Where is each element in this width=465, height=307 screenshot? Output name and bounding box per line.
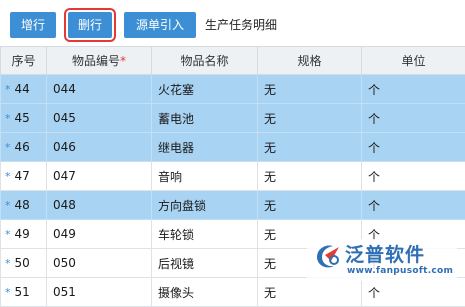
- cell-spec[interactable]: 无: [258, 133, 362, 162]
- cell-unit[interactable]: 个: [362, 191, 465, 220]
- cell-name[interactable]: 方向盘锁: [152, 191, 258, 220]
- cell-code[interactable]: 049: [47, 220, 152, 249]
- cell-seq[interactable]: * 48: [1, 191, 47, 220]
- cell-seq[interactable]: * 51: [1, 278, 47, 307]
- cell-code[interactable]: 045: [47, 104, 152, 133]
- seq-value: 47: [15, 169, 30, 183]
- seq-value: 44: [15, 82, 30, 96]
- source-import-button[interactable]: 源单引入: [124, 12, 196, 38]
- cell-code[interactable]: 048: [47, 191, 152, 220]
- cell-code[interactable]: 046: [47, 133, 152, 162]
- cell-name[interactable]: 火花塞: [152, 75, 258, 104]
- cell-seq[interactable]: * 46: [1, 133, 47, 162]
- table-row[interactable]: * 46 046 继电器 无 个: [1, 133, 465, 162]
- column-header-name[interactable]: 物品名称: [152, 47, 258, 75]
- watermark-brand: 泛普软件: [345, 240, 425, 267]
- cell-name[interactable]: 音响: [152, 162, 258, 191]
- cell-name[interactable]: 后视镜: [152, 249, 258, 278]
- column-header-code[interactable]: 物品编号*: [47, 47, 152, 75]
- table-row[interactable]: * 45 045 蓄电池 无 个: [1, 104, 465, 133]
- cell-unit[interactable]: 个: [362, 133, 465, 162]
- column-header-spec[interactable]: 规格: [258, 47, 362, 75]
- cell-unit[interactable]: 个: [362, 162, 465, 191]
- column-header-unit[interactable]: 单位: [362, 47, 465, 75]
- seq-value: 49: [15, 227, 30, 241]
- cell-code[interactable]: 050: [47, 249, 152, 278]
- row-marker: *: [5, 257, 11, 270]
- table-header-row: 序号 物品编号* 物品名称 规格 单位: [1, 47, 465, 75]
- seq-value: 46: [15, 140, 30, 154]
- seq-value: 45: [15, 111, 30, 125]
- cell-code[interactable]: 047: [47, 162, 152, 191]
- row-marker: *: [5, 170, 11, 183]
- required-marker: *: [120, 54, 126, 68]
- cell-name[interactable]: 车轮锁: [152, 220, 258, 249]
- row-marker: *: [5, 199, 11, 212]
- seq-value: 48: [15, 198, 30, 212]
- cell-unit[interactable]: 个: [362, 278, 465, 307]
- table-row[interactable]: * 47 047 音响 无 个: [1, 162, 465, 191]
- row-marker: *: [5, 141, 11, 154]
- add-row-button[interactable]: 增行: [10, 12, 56, 38]
- section-title: 生产任务明细: [205, 12, 277, 38]
- cell-unit[interactable]: 个: [362, 75, 465, 104]
- cell-seq[interactable]: * 44: [1, 75, 47, 104]
- fanpu-logo-icon: [313, 241, 343, 271]
- cell-seq[interactable]: * 45: [1, 104, 47, 133]
- cell-seq[interactable]: * 50: [1, 249, 47, 278]
- cell-spec[interactable]: 无: [258, 162, 362, 191]
- cell-spec[interactable]: 无: [258, 191, 362, 220]
- column-header-code-label: 物品编号: [72, 54, 120, 68]
- watermark-url: www.fanpusoft.com: [347, 266, 453, 276]
- cell-code[interactable]: 044: [47, 75, 152, 104]
- cell-name[interactable]: 摄像头: [152, 278, 258, 307]
- table-row[interactable]: * 48 048 方向盘锁 无 个: [1, 191, 465, 220]
- cell-spec[interactable]: 无: [258, 75, 362, 104]
- cell-name[interactable]: 蓄电池: [152, 104, 258, 133]
- column-header-seq[interactable]: 序号: [1, 47, 47, 75]
- seq-value: 51: [15, 285, 30, 299]
- table-row[interactable]: * 51 051 摄像头 无 个: [1, 278, 465, 307]
- table-row[interactable]: * 44 044 火花塞 无 个: [1, 75, 465, 104]
- cell-seq[interactable]: * 49: [1, 220, 47, 249]
- row-marker: *: [5, 228, 11, 241]
- row-marker: *: [5, 83, 11, 96]
- delete-row-button[interactable]: 删行: [68, 12, 112, 38]
- row-marker: *: [5, 286, 11, 299]
- seq-value: 50: [15, 256, 30, 270]
- cell-spec[interactable]: 无: [258, 278, 362, 307]
- watermark: 泛普软件 www.fanpusoft.com: [307, 239, 457, 281]
- toolbar: 增行 删行 源单引入 生产任务明细: [0, 0, 465, 42]
- cell-spec[interactable]: 无: [258, 104, 362, 133]
- cell-code[interactable]: 051: [47, 278, 152, 307]
- cell-unit[interactable]: 个: [362, 104, 465, 133]
- cell-seq[interactable]: * 47: [1, 162, 47, 191]
- row-marker: *: [5, 112, 11, 125]
- cell-name[interactable]: 继电器: [152, 133, 258, 162]
